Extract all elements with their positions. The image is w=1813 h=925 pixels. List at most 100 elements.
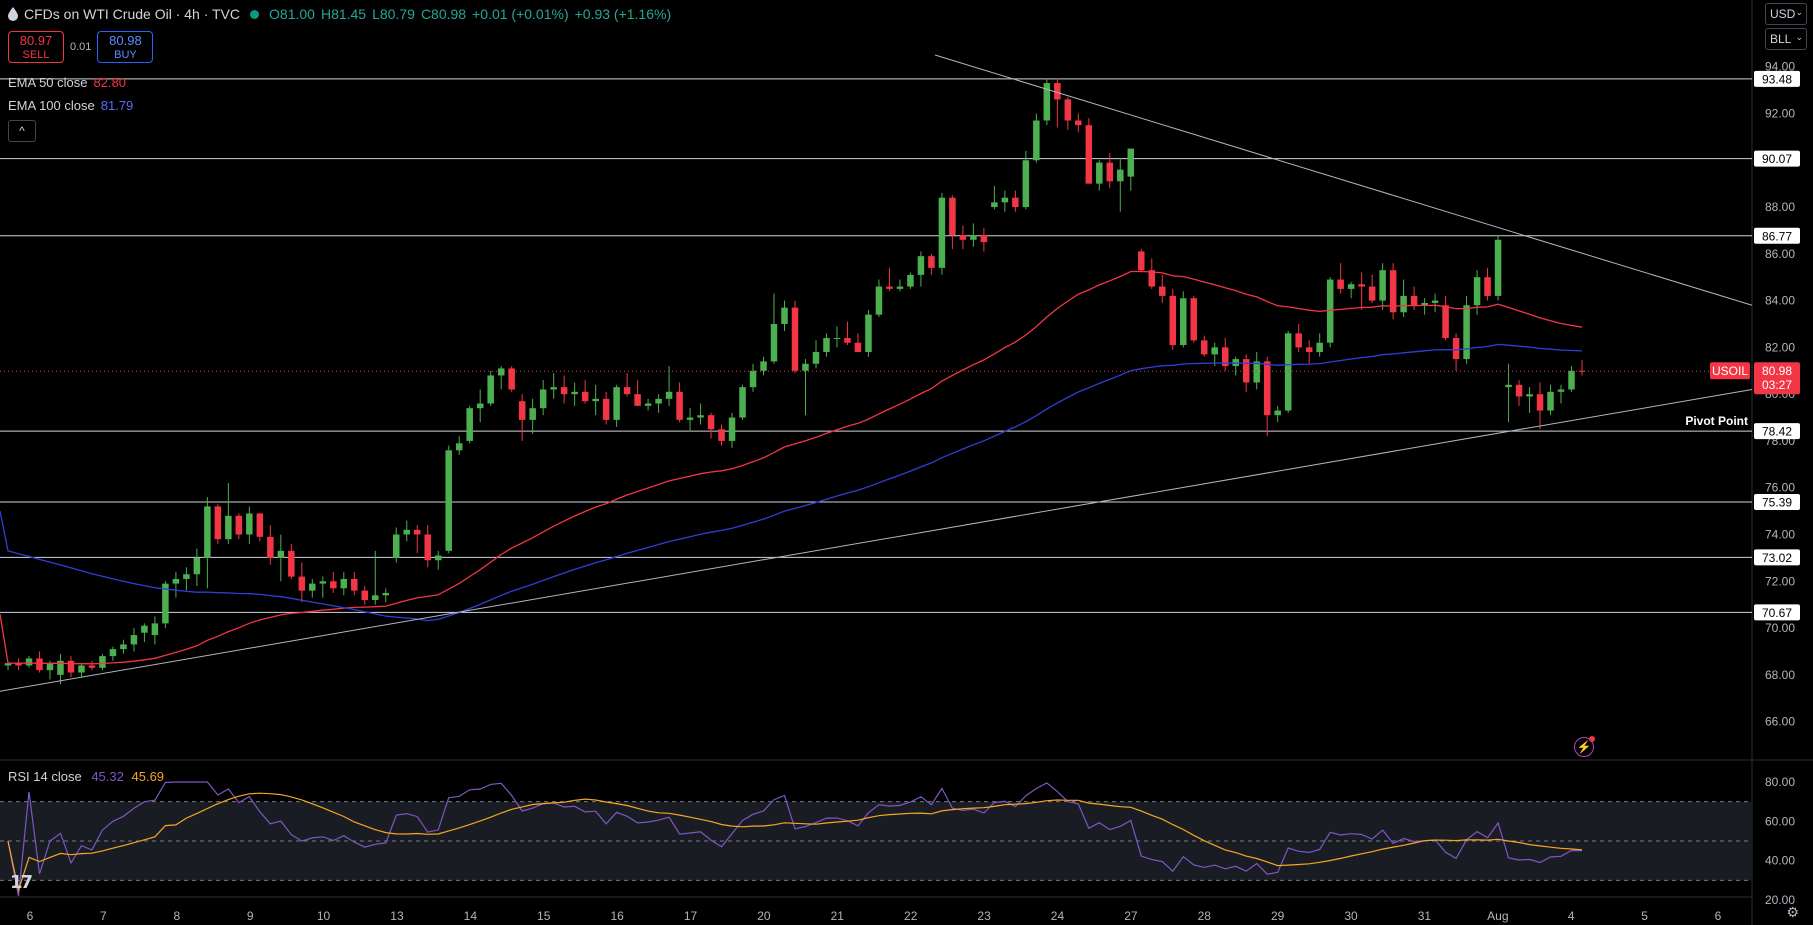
- candle-body: [749, 370, 757, 388]
- candle-body: [372, 595, 379, 600]
- candle-body: [1431, 300, 1439, 303]
- pivot-point-label: Pivot Point: [1685, 414, 1748, 428]
- candle-body: [1075, 120, 1082, 126]
- candle-body: [1012, 197, 1019, 208]
- candle-body: [1096, 162, 1103, 184]
- candle-body: [1284, 333, 1292, 411]
- candle-body: [109, 649, 117, 657]
- candle-body: [571, 391, 578, 395]
- candle-body: [497, 368, 505, 376]
- candle-body: [1106, 162, 1114, 182]
- candle-body: [1200, 340, 1208, 355]
- countdown-label: 03:27: [1762, 378, 1792, 392]
- candle-body: [225, 515, 232, 540]
- spread-value: 0.01: [70, 41, 92, 53]
- candle-body: [802, 363, 809, 371]
- candle-body: [1400, 295, 1407, 313]
- buy-label: BUY: [114, 49, 137, 61]
- candle-body: [1547, 391, 1554, 411]
- alert-bolt-icon[interactable]: ⚡: [1574, 736, 1595, 757]
- x-tick-label: 24: [1051, 909, 1065, 923]
- currency-select[interactable]: USD ⌄: [1765, 3, 1807, 25]
- x-tick-label: 14: [464, 909, 478, 923]
- candle-body: [351, 578, 358, 591]
- level-label: 73.02: [1762, 551, 1792, 565]
- candle-body: [1263, 361, 1271, 416]
- candle-body: [340, 578, 348, 589]
- candle-body: [823, 338, 830, 353]
- ohlc-open: O81.00: [269, 6, 315, 22]
- candle-body: [1138, 251, 1145, 271]
- symbol-title[interactable]: CFDs on WTI Crude Oil · 4h · TVC: [24, 6, 240, 22]
- sell-button[interactable]: 80.97 SELL: [8, 31, 64, 63]
- candle-body: [917, 256, 925, 275]
- level-label: 70.67: [1762, 606, 1792, 620]
- candle-body: [1410, 295, 1418, 306]
- candle-body: [1305, 347, 1313, 353]
- candle-body: [875, 286, 883, 315]
- candle-body: [1127, 148, 1135, 177]
- candle-body: [413, 529, 421, 535]
- candle-body: [1463, 305, 1470, 360]
- x-tick-label: 20: [757, 909, 771, 923]
- candle-body: [309, 583, 316, 591]
- gear-icon[interactable]: ⚙: [1786, 904, 1799, 921]
- rsi-legend[interactable]: RSI 14 close 45.32 45.69: [8, 769, 164, 784]
- ema100-legend[interactable]: EMA 100 close 81.79: [8, 98, 133, 113]
- last-price-label: 80.98: [1762, 364, 1792, 378]
- candle-body: [1473, 277, 1481, 306]
- candle-body: [686, 417, 694, 420]
- candle-body: [1452, 338, 1460, 360]
- candle-body: [760, 361, 767, 371]
- collapse-legend-button[interactable]: ^: [8, 120, 36, 142]
- trade-panel: 80.97 SELL 0.01 80.98 BUY: [8, 31, 154, 63]
- x-tick-label: 23: [977, 909, 991, 923]
- level-label: 75.39: [1762, 495, 1792, 509]
- ema50-label: EMA 50 close: [8, 75, 88, 90]
- candle-body: [886, 286, 893, 289]
- candle-body: [833, 338, 841, 340]
- candle-body: [78, 665, 85, 673]
- candle-body: [1484, 277, 1491, 296]
- candle-body: [424, 534, 431, 561]
- candle-body: [707, 415, 715, 430]
- ohlc-close: C80.98: [420, 6, 467, 22]
- candle-body: [382, 592, 390, 596]
- candle-body: [120, 644, 127, 650]
- sell-label: SELL: [22, 49, 50, 61]
- candle-body: [623, 387, 631, 395]
- symbol-label: USOIL: [1712, 364, 1748, 378]
- y-tick-label: 68.00: [1765, 668, 1795, 682]
- candle-body: [36, 658, 43, 671]
- x-tick-label: 17: [684, 909, 698, 923]
- tradingview-logo[interactable]: 17: [10, 872, 33, 893]
- candle-body: [361, 590, 369, 600]
- candle-body: [193, 557, 201, 575]
- candle-body: [1211, 347, 1218, 355]
- candle-body: [550, 387, 557, 390]
- x-tick-label: 15: [537, 909, 551, 923]
- ema50-legend[interactable]: EMA 50 close 82.80: [8, 75, 126, 90]
- y-tick-label: 74.00: [1765, 527, 1795, 541]
- candle-body: [487, 375, 494, 404]
- candle-body: [844, 338, 851, 343]
- x-tick-label: 6: [1715, 909, 1722, 923]
- price-chart[interactable]: 94.0092.0090.0088.0086.0084.0082.0080.00…: [0, 0, 1813, 925]
- candle-body: [697, 415, 704, 418]
- candle-body: [46, 663, 54, 671]
- x-tick-label: 8: [173, 909, 180, 923]
- buy-button[interactable]: 80.98 BUY: [97, 31, 154, 63]
- unit-select[interactable]: BLL ⌄: [1765, 28, 1807, 50]
- x-tick-label: 4: [1568, 909, 1575, 923]
- ohlc-low: L80.79: [372, 6, 415, 22]
- candle-body: [896, 286, 904, 289]
- rsi-tick-label: 80.00: [1765, 775, 1795, 789]
- x-tick-label: 21: [831, 909, 845, 923]
- candle-body: [970, 235, 977, 240]
- buy-price: 80.98: [109, 33, 142, 48]
- candle-body: [455, 443, 463, 451]
- candle-body: [130, 635, 138, 645]
- candle-body: [298, 576, 306, 591]
- y-tick-label: 88.00: [1765, 200, 1795, 214]
- candle-body: [791, 307, 799, 371]
